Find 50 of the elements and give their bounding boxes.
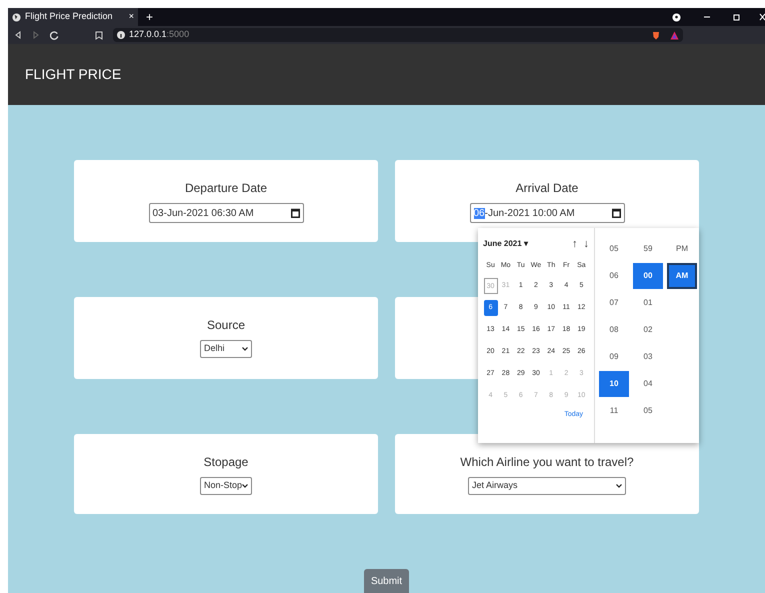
field-label: Departure Date	[184, 180, 268, 197]
next-month-button[interactable]: ↓	[584, 236, 589, 252]
time-option[interactable]: 06	[599, 263, 629, 289]
reload-icon[interactable]	[50, 30, 59, 40]
close-tab-button[interactable]: ×	[128, 10, 134, 24]
field-label: Which Airline you want to travel?	[460, 454, 634, 471]
field-label: Arrival Date	[516, 180, 578, 197]
time-option[interactable]: AM	[667, 263, 697, 289]
restore-icon[interactable]	[733, 13, 741, 21]
tab-title[interactable]: Flight Price Prediction	[25, 10, 125, 24]
brand-title[interactable]: FLIGHT PRICE	[25, 64, 122, 85]
time-option[interactable]: 09	[599, 344, 629, 370]
time-option[interactable]: 03	[633, 344, 663, 370]
time-option[interactable]: 08	[599, 317, 629, 343]
field-label: Source	[206, 317, 246, 334]
time-option[interactable]: 02	[633, 317, 663, 343]
time-option[interactable]: 05	[633, 398, 663, 424]
time-option[interactable]: 05	[599, 236, 629, 262]
time-option[interactable]: 00	[633, 263, 663, 289]
time-option[interactable]: 07	[599, 290, 629, 316]
location-icon[interactable]	[672, 12, 681, 22]
time-option[interactable]: PM	[667, 236, 697, 262]
forward-icon[interactable]	[32, 31, 40, 39]
address-bar[interactable]: 127.0.0.1:5000	[113, 28, 683, 42]
select-dropdown[interactable]: Jet Airways	[468, 477, 626, 495]
close-icon[interactable]	[759, 13, 765, 21]
time-option[interactable]: 01	[633, 290, 663, 316]
bookmark-icon[interactable]	[95, 30, 103, 40]
date-time-field[interactable]: 03-Jun-2021 06:30 AM	[148, 203, 304, 223]
time-option[interactable]: 04	[633, 371, 663, 397]
caret-icon	[242, 484, 248, 488]
time-option[interactable]: 10	[599, 371, 629, 397]
field-label: Stopage	[204, 454, 248, 471]
date-time-field[interactable]: 06-Jun-2021 10:00 AM	[470, 203, 624, 223]
month-selector[interactable]: June 2021 ▾	[483, 238, 528, 250]
calendar-icon[interactable]	[612, 208, 620, 218]
info-icon	[117, 31, 125, 39]
previous-month-button[interactable]: ↑	[572, 236, 578, 252]
new-tab-button[interactable]: +	[146, 8, 154, 26]
caret-icon	[616, 484, 622, 488]
calendar-icon[interactable]	[290, 208, 300, 218]
caret-icon	[242, 347, 248, 351]
triangle-icon[interactable]	[670, 30, 679, 40]
select-dropdown[interactable]: Delhi	[200, 340, 252, 358]
back-icon[interactable]	[14, 31, 22, 39]
time-option[interactable]: 11	[599, 398, 629, 424]
time-option[interactable]: 59	[633, 236, 663, 262]
address-url: 127.0.0.1:5000	[129, 28, 190, 42]
submit-button[interactable]: Submit	[364, 569, 410, 593]
select-dropdown[interactable]: Non-Stop	[200, 477, 252, 495]
